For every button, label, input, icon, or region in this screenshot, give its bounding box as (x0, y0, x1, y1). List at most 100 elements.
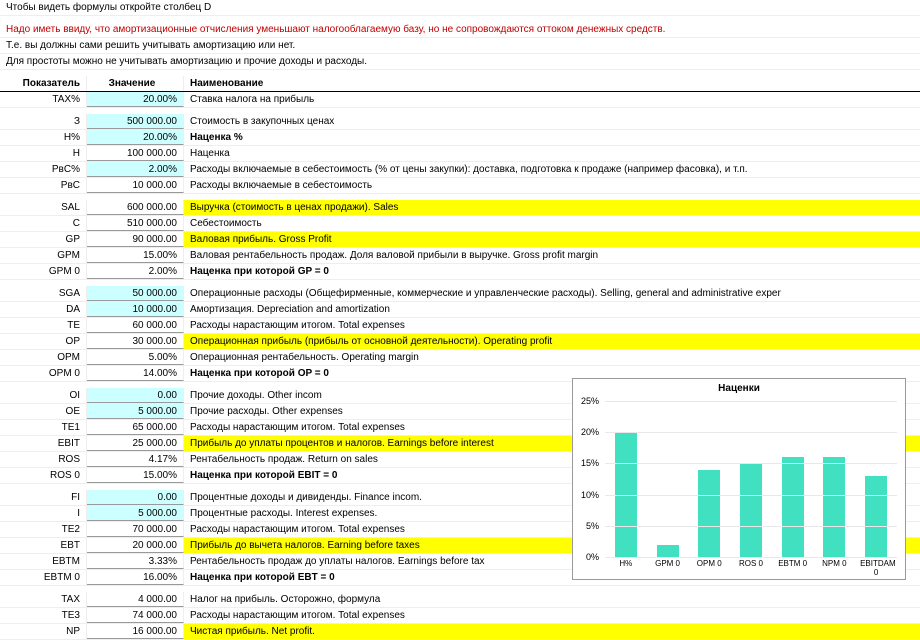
row-value[interactable]: 16 000.00 (87, 624, 184, 639)
row-label: Операционная рентабельность. Operating m… (184, 350, 920, 365)
chart-bar (740, 463, 762, 557)
row-indicator: DA (0, 302, 87, 317)
row-indicator: EBIT (0, 436, 87, 451)
chart-bar (698, 470, 720, 557)
row-indicator: OPM 0 (0, 366, 87, 381)
row-indicator: TE3 (0, 608, 87, 623)
row-value[interactable]: 16.00% (87, 570, 184, 585)
row-value[interactable]: 30 000.00 (87, 334, 184, 349)
row-value[interactable]: 74 000.00 (87, 608, 184, 623)
row-value[interactable]: 4 000.00 (87, 592, 184, 607)
row-value[interactable]: 5 000.00 (87, 404, 184, 419)
row-value[interactable]: 2.00% (87, 162, 184, 177)
table-row: DA10 000.00Амортизация. Depreciation and… (0, 302, 920, 318)
row-value[interactable]: 3.33% (87, 554, 184, 569)
row-value[interactable]: 100 000.00 (87, 146, 184, 161)
row-label: Себестоимость (184, 216, 920, 231)
row-label: Наценка (184, 146, 920, 161)
x-tick: ROS 0 (735, 559, 767, 579)
row-indicator: GP (0, 232, 87, 247)
table-row: TE374 000.00Расходы нарастающим итогом. … (0, 608, 920, 624)
intro-line: Т.е. вы должны сами решить учитывать амо… (0, 38, 920, 54)
row-value[interactable]: 20 000.00 (87, 538, 184, 553)
y-tick: 5% (586, 521, 599, 531)
row-indicator: Н% (0, 130, 87, 145)
row-value[interactable]: 0.00 (87, 388, 184, 403)
row-value[interactable]: 5 000.00 (87, 506, 184, 521)
chart-bar (823, 457, 845, 557)
row-label: Операционная прибыль (прибыль от основно… (184, 334, 920, 349)
row-value[interactable]: 2.00% (87, 264, 184, 279)
row-value[interactable]: 20.00% (87, 130, 184, 145)
row-indicator: EBTM (0, 554, 87, 569)
row-indicator: FI (0, 490, 87, 505)
table-row: Н100 000.00Наценка (0, 146, 920, 162)
row-label: Расходы нарастающим итогом. Total expens… (184, 608, 920, 623)
header-name: Наименование (184, 76, 920, 91)
row-indicator: OI (0, 388, 87, 403)
intro-line: Для простоты можно не учитывать амортиза… (0, 54, 920, 70)
row-label: Операционные расходы (Общефирменные, ком… (184, 286, 920, 301)
row-indicator: TAX% (0, 92, 87, 107)
table-row: РвС10 000.00Расходы включаемые в себесто… (0, 178, 920, 194)
table-row: GPM15.00%Валовая рентабельность продаж. … (0, 248, 920, 264)
row-value[interactable]: 65 000.00 (87, 420, 184, 435)
row-value[interactable]: 60 000.00 (87, 318, 184, 333)
table-row: GPM 02.00%Наценка при которой GP = 0 (0, 264, 920, 280)
row-value[interactable]: 4.17% (87, 452, 184, 467)
table-row: С510 000.00Себестоимость (0, 216, 920, 232)
y-tick: 25% (581, 396, 599, 406)
row-indicator: SAL (0, 200, 87, 215)
row-label: Стоимость в закупочных ценах (184, 114, 920, 129)
y-tick: 20% (581, 427, 599, 437)
x-tick: OPM 0 (693, 559, 725, 579)
table-row: SAL600 000.00Выручка (стоимость в ценах … (0, 200, 920, 216)
x-tick: Н% (610, 559, 642, 579)
row-indicator: EBT (0, 538, 87, 553)
table-row: РвС%2.00%Расходы включаемые в себестоимо… (0, 162, 920, 178)
row-indicator: TE (0, 318, 87, 333)
row-value[interactable]: 25 000.00 (87, 436, 184, 451)
row-value[interactable]: 600 000.00 (87, 200, 184, 215)
row-value[interactable]: 20.00% (87, 92, 184, 107)
header-value: Значение (87, 76, 184, 91)
row-value[interactable]: 510 000.00 (87, 216, 184, 231)
row-indicator: РвС% (0, 162, 87, 177)
row-value[interactable]: 15.00% (87, 248, 184, 263)
table-row: TAX4 000.00Налог на прибыль. Осторожно, … (0, 592, 920, 608)
row-label: Расходы включаемые в себестоимость (% от… (184, 162, 920, 177)
table-row: TE60 000.00Расходы нарастающим итогом. T… (0, 318, 920, 334)
row-value[interactable]: 14.00% (87, 366, 184, 381)
chart-bar (782, 457, 804, 557)
table-row: TAX%20.00%Ставка налога на прибыль (0, 92, 920, 108)
row-value[interactable]: 90 000.00 (87, 232, 184, 247)
chart-title: Наценки (573, 379, 905, 398)
x-tick: EBTM 0 (777, 559, 809, 579)
row-indicator: ROS 0 (0, 468, 87, 483)
row-label: Расходы включаемые в себестоимость (184, 178, 920, 193)
row-indicator: РвС (0, 178, 87, 193)
row-value[interactable]: 70 000.00 (87, 522, 184, 537)
row-indicator: I (0, 506, 87, 521)
table-row: З500 000.00Стоимость в закупочных ценах (0, 114, 920, 130)
row-indicator: GPM 0 (0, 264, 87, 279)
chart-bar (657, 545, 679, 557)
row-value[interactable]: 5.00% (87, 350, 184, 365)
row-indicator: Н (0, 146, 87, 161)
row-value[interactable]: 15.00% (87, 468, 184, 483)
table-row: Н%20.00%Наценка % (0, 130, 920, 146)
row-value[interactable]: 50 000.00 (87, 286, 184, 301)
row-value[interactable]: 500 000.00 (87, 114, 184, 129)
row-indicator: TE1 (0, 420, 87, 435)
row-value[interactable]: 10 000.00 (87, 178, 184, 193)
row-value[interactable]: 0.00 (87, 490, 184, 505)
row-label: Налог на прибыль. Осторожно, формула (184, 592, 920, 607)
row-value[interactable]: 10 000.00 (87, 302, 184, 317)
x-tick: GPM 0 (652, 559, 684, 579)
y-tick: 15% (581, 458, 599, 468)
row-label: Чистая прибыль. Net profit. (184, 624, 920, 639)
row-label: Валовая прибыль. Gross Profit (184, 232, 920, 247)
table-header: Показатель Значение Наименование (0, 76, 920, 92)
table-row: SGA50 000.00Операционные расходы (Общефи… (0, 286, 920, 302)
row-indicator: SGA (0, 286, 87, 301)
